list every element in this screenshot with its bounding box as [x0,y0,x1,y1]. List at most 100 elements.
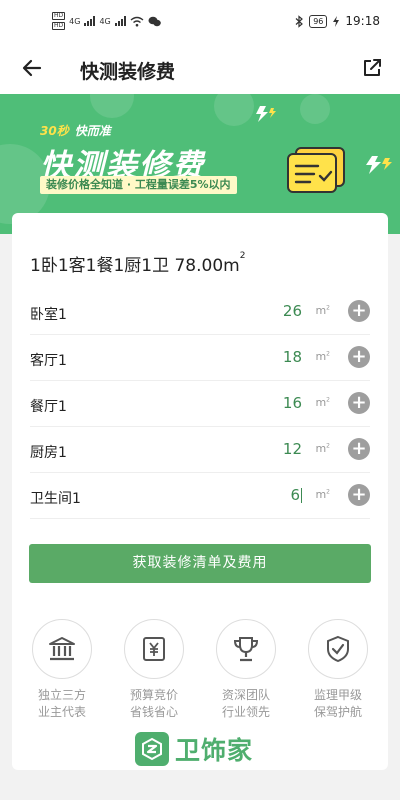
banner-subline: 装修价格全知道 · 工程量误差5%以内 [40,176,237,194]
room-label: 厨房1 [30,445,67,461]
feature-icon-circle [124,619,184,679]
add-room-button[interactable]: + [348,438,370,460]
lightning-icon [366,156,392,174]
bluetooth-icon [295,14,304,28]
charging-icon [333,15,340,27]
feature-line1: 资深团队 [221,688,270,702]
feature-line1: 监理甲级 [313,688,362,702]
feature-icon-circle [32,619,92,679]
room-label: 客厅1 [30,353,67,369]
banner-decoration [300,94,330,124]
room-area-input[interactable]: 18 [272,348,302,366]
clock: 19:18 [345,14,380,28]
layout-summary-text: 1卧1客1餐1厨1卫 78.00m [30,256,240,276]
feature-item: 监理甲级 保驾护航 [298,619,378,721]
feature-item: 独立三方 业主代表 [22,619,102,721]
status-bar: HD HD 4G 4G 96 19:18 [0,0,400,44]
unit-sup: 2 [326,304,330,312]
unit-base: m [315,396,327,409]
room-area-value: 6 [290,486,300,504]
unit-sup: 2 [326,396,330,404]
share-icon[interactable] [360,56,384,80]
status-right: 96 19:18 [295,14,380,28]
room-area-input[interactable]: 6 [272,486,302,504]
unit-base: m [315,350,327,363]
feature-icon-circle [216,619,276,679]
feature-line1: 独立三方 [37,688,86,702]
area-unit: m2 [315,488,330,501]
room-label: 卧室1 [30,307,67,323]
unit-sup: 2 [326,442,330,450]
unit-base: m [315,488,327,501]
status-left: HD HD 4G 4G [52,12,161,30]
wifi-icon [130,16,144,26]
feature-line2: 行业领先 [221,705,270,719]
room-row: 卫生间1 6 m2 + [30,473,370,519]
area-unit: m2 [315,396,330,409]
battery-indicator: 96 [309,14,328,28]
feature-item: 资深团队 行业领先 [206,619,286,721]
feature-text: 资深团队 行业领先 [206,687,286,721]
unit-base: m [315,304,327,317]
feature-text: 预算竞价 省钱省心 [114,687,194,721]
add-room-button[interactable]: + [348,392,370,414]
unit-sup: 2 [326,488,330,496]
shield-check-icon [327,635,349,663]
layout-summary: 1卧1客1餐1厨1卫 78.00m2 [30,251,245,276]
trophy-icon [233,637,259,662]
feature-line1: 预算竞价 [129,688,178,702]
back-arrow-icon[interactable] [20,56,44,80]
unit-sup: 2 [326,350,330,358]
signal-2-icon [114,16,126,26]
room-label: 卫生间1 [30,491,81,507]
brand-logo: 卫饰家 [135,731,253,767]
banner-decoration [90,94,134,118]
room-label: 餐厅1 [30,399,67,415]
estimate-card: 1卧1客1餐1厨1卫 78.00m2 卧室1 26 m2 + 客厅1 18 m2… [12,213,388,770]
wechat-icon [148,16,161,26]
room-row: 卧室1 26 m2 + [30,289,370,335]
unit-base: m [315,442,327,455]
banner-tag-b: 快而准 [74,124,111,138]
banner-decoration [214,94,254,126]
banner-tag-a: 30秒 [40,124,69,138]
layout-summary-unit-sup: 2 [239,251,246,261]
checklist-icon [287,147,345,193]
add-room-button[interactable]: + [348,346,370,368]
area-unit: m2 [315,442,330,455]
sim1-badge: HD [52,12,66,20]
add-room-button[interactable]: + [348,300,370,322]
app-bar: 快测装修费 [0,44,400,94]
sim-indicators: HD HD [52,12,66,30]
room-row: 厨房1 12 m2 + [30,427,370,473]
bank-icon [49,637,75,661]
room-area-input[interactable]: 12 [272,440,302,458]
room-area-input[interactable]: 16 [272,394,302,412]
brand-mark-icon [135,732,169,766]
area-unit: m2 [315,350,330,363]
page-title: 快测装修费 [80,61,176,83]
sim2-badge: HD [52,22,66,30]
feature-list: 独立三方业主代表 预算竞价省钱省心 资深团队行业领先 监理甲级保驾护航 [12,619,388,721]
network-2-label: 4G [99,16,111,26]
room-row: 餐厅1 16 m2 + [30,381,370,427]
area-unit: m2 [315,304,330,317]
feature-line2: 省钱省心 [129,705,178,719]
add-room-button[interactable]: + [348,484,370,506]
yuan-doc-icon [143,637,165,661]
signal-1-icon [84,16,96,26]
text-cursor [301,488,302,503]
feature-item: 预算竞价 省钱省心 [114,619,194,721]
room-row: 客厅1 18 m2 + [30,335,370,381]
feature-text: 独立三方 业主代表 [22,687,102,721]
banner-tagline: 30秒 快而准 [40,122,111,139]
lightning-icon [256,106,276,122]
network-1-label: 4G [69,16,81,26]
feature-line2: 保驾护航 [313,705,362,719]
brand-name: 卫饰家 [175,736,254,765]
feature-line2: 业主代表 [37,705,86,719]
feature-text: 监理甲级 保驾护航 [298,687,378,721]
room-area-input[interactable]: 26 [272,302,302,320]
feature-icon-circle [308,619,368,679]
get-quote-button[interactable]: 获取装修清单及费用 [29,544,371,583]
